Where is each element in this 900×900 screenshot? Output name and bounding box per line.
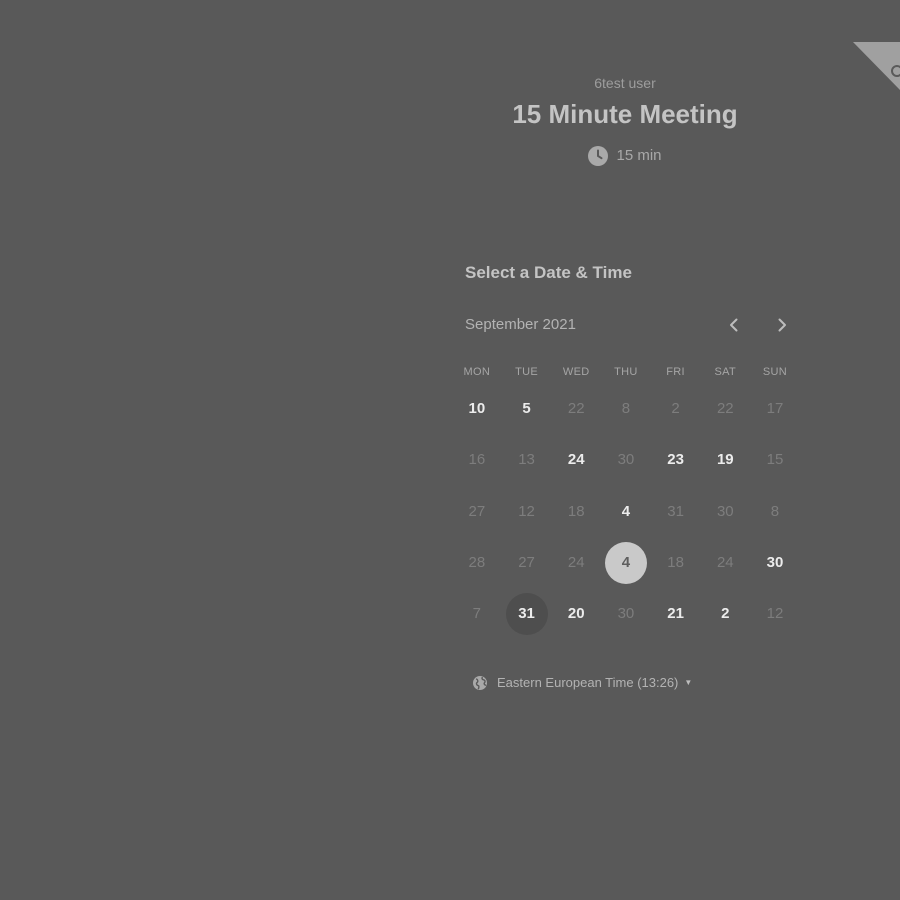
month-label: September 2021: [465, 316, 576, 333]
calendar-day-cell: 24: [700, 537, 750, 588]
calendar-day-cell: 4: [601, 537, 651, 588]
calendar-day-selected[interactable]: 4: [604, 541, 647, 584]
weekday-label: TUE: [515, 366, 538, 378]
calendar-day-cell: 31: [502, 588, 552, 639]
calendar-day-available[interactable]: 30: [754, 542, 796, 584]
calendar-day-available[interactable]: 21: [655, 593, 697, 635]
calendar-day-cell: 27: [452, 486, 502, 537]
calendar-day-cell: 28: [452, 537, 502, 588]
calendar-day-disabled: 12: [766, 605, 784, 623]
calendar-day-cell: 27: [502, 537, 552, 588]
calendar-day-disabled: 30: [716, 502, 734, 520]
calendar-day-cell: 30: [601, 434, 651, 485]
calendar-day-disabled: 22: [716, 400, 734, 418]
event-duration: 15 min: [465, 146, 785, 166]
calendar-day-cell: 18: [551, 486, 601, 537]
calendar-day-disabled: 17: [766, 400, 784, 418]
calendar-day-cell: 19: [700, 434, 750, 485]
calendar-day-disabled: 15: [766, 451, 784, 469]
calendar-day-disabled: 13: [518, 451, 535, 469]
calendar-day-cell: 17: [750, 383, 800, 434]
calendar-day-cell: 31: [651, 486, 701, 537]
weekday-label: MON: [463, 366, 491, 378]
calendar-day-cell: 24: [551, 537, 601, 588]
calendar-day-available[interactable]: 19: [704, 439, 746, 481]
calendar-day-disabled: 30: [617, 451, 635, 469]
calendar-day-available[interactable]: 2: [704, 593, 746, 635]
calendar-day-cell: 13: [502, 434, 552, 485]
weekday-label: FRI: [666, 366, 685, 378]
calendar-day-cell: 15: [750, 434, 800, 485]
weekday-label: SUN: [762, 366, 788, 378]
calendar-day-disabled: 27: [518, 554, 535, 572]
calendar-day-disabled: 28: [468, 554, 486, 572]
calendar-day-cell: 22: [700, 383, 750, 434]
calendar-day-available[interactable]: 5: [506, 388, 548, 430]
calendar-day-cell: 30: [700, 486, 750, 537]
calendar-day-disabled: 30: [617, 605, 635, 623]
weekday-label: THU: [614, 366, 638, 378]
globe-icon: [472, 675, 488, 691]
calendar-day-cell: 2: [700, 588, 750, 639]
calendar-day-disabled: 18: [667, 554, 684, 572]
next-month-button[interactable]: [770, 313, 794, 337]
calendar-day-cell: 22: [551, 383, 601, 434]
duration-label: 15 min: [616, 147, 662, 164]
calendar-day-today[interactable]: 31: [505, 592, 548, 635]
corner-ribbon[interactable]: [853, 42, 900, 90]
calendar-days-grid: 10 5 22 8 2 22 17 16 13 24 30 23 19 15 27 12 18 4 31 30 8 28 2…: [452, 383, 800, 639]
calendar-day-cell: 10: [452, 383, 502, 434]
calendar-day-cell: 8: [601, 383, 651, 434]
calendar-day-cell: 12: [502, 486, 552, 537]
calendar-day-disabled: 7: [472, 605, 482, 623]
calendar-day-available[interactable]: 20: [555, 593, 597, 635]
calendar-day-disabled: 31: [667, 502, 684, 520]
timezone-selector[interactable]: Eastern European Time (13:26) ▼: [472, 674, 692, 692]
weekday-label: WED: [562, 366, 590, 378]
calendar-day-cell: 23: [651, 434, 701, 485]
calendar-day-disabled: 8: [770, 502, 780, 520]
calendar-day-cell: 8: [750, 486, 800, 537]
calendar-day-cell: 16: [452, 434, 502, 485]
calendar-day-available[interactable]: 10: [456, 388, 498, 430]
calendar-day-cell: 24: [551, 434, 601, 485]
event-title: 15 Minute Meeting: [512, 99, 738, 129]
calendar-day-cell: 20: [551, 588, 601, 639]
organizer-name: 6test user: [594, 75, 656, 91]
calendar-day-cell: 30: [601, 588, 651, 639]
calendar-day-disabled: 27: [468, 502, 486, 520]
calendar-day-disabled: 16: [468, 451, 486, 469]
caret-down-icon: ▼: [684, 678, 693, 687]
calendar-day-disabled: 12: [518, 502, 535, 520]
calendar-day-disabled: 22: [567, 400, 585, 418]
calendar-day-cell: 18: [651, 537, 701, 588]
clock-icon: [588, 146, 609, 166]
calendar-day-cell: 5: [502, 383, 552, 434]
scheduler-title: Select a Date & Time: [465, 263, 632, 282]
chevron-left-icon: [730, 318, 738, 332]
calendar-day-cell: 12: [750, 588, 800, 639]
calendar-day-disabled: 2: [671, 400, 680, 418]
calendar-day-available[interactable]: 24: [555, 439, 597, 481]
calendar-day-available[interactable]: 23: [655, 439, 697, 481]
calendar-day-cell: 2: [651, 383, 701, 434]
calendar-day-disabled: 8: [621, 400, 631, 418]
calendar-day-disabled: 24: [567, 554, 585, 572]
calendar-day-disabled: 24: [716, 554, 734, 572]
weekday-header: MON TUE WED THU FRI SAT SUN: [452, 364, 800, 380]
calendar-day-cell: 7: [452, 588, 502, 639]
calendar-day-cell: 4: [601, 486, 651, 537]
calendar-day-cell: 30: [750, 537, 800, 588]
event-header: 6test user 15 Minute Meeting 15 min: [465, 74, 785, 166]
calendar-day-cell: 21: [651, 588, 701, 639]
calendar-day-disabled: 18: [567, 502, 585, 520]
timezone-label: Eastern European Time (13:26): [497, 675, 679, 690]
calendar-day-available[interactable]: 4: [605, 490, 647, 532]
prev-month-button[interactable]: [722, 313, 746, 337]
weekday-label: SAT: [714, 366, 737, 378]
chevron-right-icon: [778, 318, 786, 332]
